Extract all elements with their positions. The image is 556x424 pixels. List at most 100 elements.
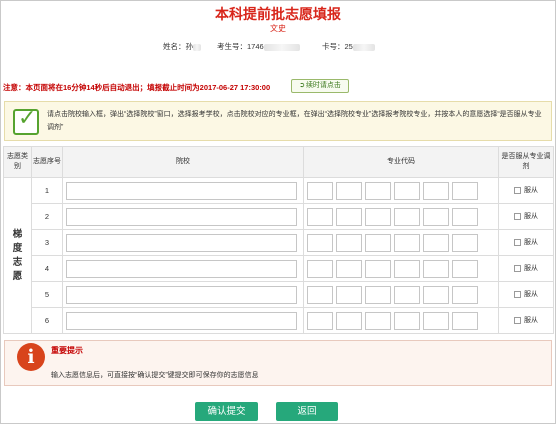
school-input[interactable]	[66, 181, 297, 200]
school-input[interactable]	[66, 311, 297, 330]
adjust-checkbox[interactable]: 服从	[514, 237, 538, 247]
major-code-input[interactable]	[452, 207, 478, 226]
adjust-cell: 服从	[498, 203, 554, 230]
table-row: 5 服从	[4, 281, 554, 308]
school-input[interactable]	[66, 259, 297, 278]
school-cell	[62, 203, 304, 230]
major-code-input[interactable]	[394, 259, 420, 278]
checkmark-icon: ✓	[13, 107, 39, 135]
category-cell: 梯度志愿	[3, 177, 32, 334]
major-code-input[interactable]	[394, 207, 420, 226]
seq-cell: 6	[31, 307, 63, 334]
school-input[interactable]	[66, 285, 297, 304]
major-code-input[interactable]	[307, 259, 333, 278]
adjust-checkbox[interactable]: 服从	[514, 211, 538, 221]
major-code-input[interactable]	[365, 181, 391, 200]
school-input[interactable]	[66, 233, 297, 252]
major-code-input[interactable]	[452, 285, 478, 304]
student-card-no: 卡号：25	[322, 41, 375, 52]
seq-cell: 3	[31, 229, 63, 256]
table-row: 6 服从	[4, 307, 554, 334]
adjust-label: 服从	[524, 317, 538, 325]
header-school: 院校	[62, 146, 304, 178]
important-text: 输入志愿信息后，可直接按“确认提交”键提交即可保存你的志愿信息	[51, 372, 259, 379]
major-code-input[interactable]	[423, 181, 449, 200]
adjust-checkbox[interactable]: 服从	[514, 185, 538, 195]
major-code-input[interactable]	[307, 311, 333, 330]
adjust-cell: 服从	[498, 255, 554, 282]
extend-time-button[interactable]: ➲续时请点击	[291, 79, 349, 93]
major-code-input[interactable]	[336, 233, 362, 252]
header-adjust: 是否服从专业调剂	[498, 146, 554, 178]
major-code-input[interactable]	[307, 181, 333, 200]
major-code-cell	[303, 255, 499, 282]
student-exam-no: 考生号：1746	[217, 41, 300, 52]
major-code-input[interactable]	[307, 233, 333, 252]
header-major-code: 专业代码	[303, 146, 499, 178]
major-code-input[interactable]	[394, 311, 420, 330]
major-code-input[interactable]	[336, 259, 362, 278]
major-code-input[interactable]	[452, 233, 478, 252]
major-code-input[interactable]	[452, 181, 478, 200]
name-redaction	[193, 43, 201, 51]
major-code-input[interactable]	[394, 181, 420, 200]
major-code-input[interactable]	[423, 233, 449, 252]
school-input[interactable]	[66, 207, 297, 226]
major-code-input[interactable]	[336, 311, 362, 330]
school-cell	[62, 229, 304, 256]
major-code-input[interactable]	[336, 285, 362, 304]
major-code-input[interactable]	[394, 285, 420, 304]
adjust-label: 服从	[524, 213, 538, 221]
major-code-input[interactable]	[452, 311, 478, 330]
major-code-input[interactable]	[452, 259, 478, 278]
adjust-checkbox[interactable]: 服从	[514, 263, 538, 273]
major-code-input[interactable]	[423, 285, 449, 304]
adjust-checkbox[interactable]: 服从	[514, 289, 538, 299]
major-code-cell	[303, 177, 499, 204]
major-code-input[interactable]	[394, 233, 420, 252]
confirm-submit-button[interactable]: 确认提交	[195, 402, 258, 421]
table-row: 梯度志愿 1 服从	[3, 177, 554, 334]
student-name: 姓名：孙	[163, 41, 201, 52]
card-no-redaction	[352, 43, 375, 51]
major-code-input[interactable]	[336, 207, 362, 226]
preference-table: 志愿类别 志愿序号 院校 专业代码 是否服从专业调剂 梯度志愿 1 服从 2 服…	[3, 146, 554, 334]
category-label: 梯度志愿	[12, 228, 23, 282]
major-code-input[interactable]	[423, 311, 449, 330]
checkbox-square	[514, 186, 521, 194]
adjust-cell: 服从	[498, 177, 554, 204]
major-code-input[interactable]	[423, 207, 449, 226]
major-code-input[interactable]	[307, 207, 333, 226]
page-title: 本科提前批志愿填报	[215, 6, 341, 22]
school-cell	[62, 177, 304, 204]
adjust-checkbox[interactable]: 服从	[514, 315, 538, 325]
major-code-input[interactable]	[307, 285, 333, 304]
major-code-input[interactable]	[336, 181, 362, 200]
instruction-box: ✓ 请点击院校输入框，弹出“选择院校”窗口，选择报考学校，点击院校对应的专业框，…	[4, 101, 552, 141]
checkbox-square	[514, 316, 521, 324]
page-subtitle: 文史	[270, 24, 286, 33]
major-code-input[interactable]	[365, 285, 391, 304]
seq-cell: 4	[31, 255, 63, 282]
instruction-text: 请点击院校输入框，弹出“选择院校”窗口，选择报考学校，点击院校对应的专业框，在弹…	[47, 111, 542, 131]
back-button[interactable]: 返回	[276, 402, 338, 421]
seq-cell: 5	[31, 281, 63, 308]
checkbox-square	[514, 212, 521, 220]
major-code-input[interactable]	[365, 311, 391, 330]
name-label: 姓名：	[163, 42, 186, 51]
table-row: 2 服从	[4, 203, 554, 230]
major-code-input[interactable]	[365, 259, 391, 278]
adjust-cell: 服从	[498, 229, 554, 256]
major-code-cell	[303, 229, 499, 256]
adjust-label: 服从	[524, 187, 538, 195]
adjust-label: 服从	[524, 265, 538, 273]
major-code-input[interactable]	[365, 207, 391, 226]
school-cell	[62, 255, 304, 282]
table-header-row: 志愿类别 志愿序号 院校 专业代码 是否服从专业调剂	[3, 146, 554, 178]
major-code-cell	[303, 281, 499, 308]
refresh-icon: ➲	[299, 82, 305, 89]
major-code-cell	[303, 307, 499, 334]
major-code-input[interactable]	[423, 259, 449, 278]
seq-cell: 1	[31, 177, 63, 204]
major-code-input[interactable]	[365, 233, 391, 252]
